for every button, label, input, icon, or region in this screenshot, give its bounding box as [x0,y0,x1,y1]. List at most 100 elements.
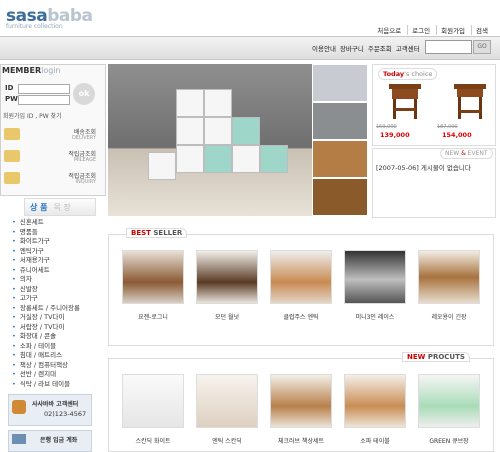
product-name[interactable]: 엔틱 스칸딕 [196,436,258,445]
logo[interactable]: sasababa furniture collection [6,6,93,30]
signup-find-links[interactable]: 회원가입 ID , PW 찾기 [3,111,62,120]
news-item[interactable]: [2007-05-06] 게시물이 없습니다 [376,162,471,172]
sale-price: 139,000 [380,131,410,139]
shelf-cube [232,117,260,145]
bank-account-title: 은행 입금 계좌 [40,437,78,444]
shelf-cube [176,117,204,145]
product-card[interactable]: 미니3인 레이스 [344,250,406,321]
delivery-check-button[interactable]: 배송조회 DELIVERY [4,126,100,144]
product-name[interactable]: 요젠-로그니 [122,312,184,321]
category-item[interactable]: 책상 / 컴퓨터책상 [12,361,80,371]
product-card[interactable]: 체크러브 책상세트 [270,374,332,445]
category-item[interactable]: 고가구 [12,294,80,304]
best-seller-title-rest: SELLER [153,229,183,237]
product-name[interactable]: 클럽주스 엔틱 [270,312,332,321]
category-item[interactable]: 의자 [12,275,80,285]
inquiry-button[interactable]: 적립금조회 INQUIRY [4,170,100,188]
mileage-check-button[interactable]: 적립금조회 MILEAGE [4,148,100,166]
category-item[interactable]: 서랍장 / TV다이 [12,323,80,333]
todays-choice-product-image[interactable] [385,80,425,122]
category-item[interactable]: 거실장 / TV다이 [12,313,80,323]
product-image[interactable] [196,374,258,428]
side-button-sub: DELIVERY [71,135,96,141]
category-item[interactable]: 신혼세트 [12,218,80,228]
hero-thumbnail[interactable] [312,102,368,140]
nav-order-status[interactable]: 주문조회 [368,43,392,53]
product-image[interactable] [418,374,480,428]
product-image[interactable] [122,374,184,428]
hero-thumbnail[interactable] [312,140,368,178]
category-item[interactable]: 쥬니어세트 [12,266,80,276]
category-item[interactable]: 신발장 [12,285,80,295]
nav-home[interactable]: 처음으로 [373,25,405,35]
search-go-button[interactable]: GO [473,40,491,54]
category-item[interactable]: 장롱세트 / 주니어장롱 [12,304,80,314]
login-ok-button[interactable]: ok [73,83,95,105]
new-products-title-hl: NEW [407,353,426,361]
product-image[interactable] [344,374,406,428]
category-item[interactable]: 식탁 / 라브 테이블 [12,380,80,390]
product-image[interactable] [418,250,480,304]
category-item[interactable]: 서재용가구 [12,256,80,266]
product-image[interactable] [196,250,258,304]
shelf-cube [204,145,232,173]
category-item[interactable]: 명품들 [12,228,80,238]
product-image[interactable] [270,374,332,428]
shelf-cube [176,145,204,173]
todays-choice-product-image[interactable] [450,80,490,122]
product-name[interactable]: 체크러브 책상세트 [270,436,332,445]
product-card[interactable]: 소파 테이블 [344,374,406,445]
best-seller-title: BEST SELLER [126,228,188,238]
category-item[interactable]: 화장대 / 콘솔 [12,332,80,342]
nav-search[interactable]: 검색 [471,25,492,35]
nav-cart[interactable]: 장바구니 [340,43,364,53]
old-price: 159,000 [376,124,397,130]
product-image[interactable] [122,250,184,304]
news-event-title: NEW & EVENT [440,148,493,159]
product-name[interactable]: 소파 테이블 [344,436,406,445]
sale-price: 154,000 [442,131,472,139]
pw-label: PW [5,95,18,103]
shelf-cube [204,89,232,117]
product-card[interactable]: GREEN 큐브장 [418,374,480,445]
product-name[interactable]: 미니3인 레이스 [344,312,406,321]
product-image[interactable] [344,250,406,304]
id-field[interactable] [18,84,70,94]
product-card[interactable]: 요젠-로그니 [122,250,184,321]
category-list: 신혼세트 명품들 화이트가구 엔틱가구 서재용가구 쥬니어세트 의자 신발장 고… [12,218,80,389]
category-item[interactable]: 선반 / 렌지대 [12,370,80,380]
phone-icon [12,400,26,414]
todays-choice-title-main: Today [383,70,405,78]
category-item[interactable]: 소파 / 테이블 [12,342,80,352]
product-name[interactable]: 레오용이 긴장 [418,312,480,321]
todays-choice-title: Today's choice [378,68,438,80]
member-title-main: MEMBER [2,66,42,75]
product-image[interactable] [270,250,332,304]
nav-customer-center[interactable]: 고객센터 [396,43,420,53]
side-button-sub: INQUIRY [75,179,97,185]
nav-guide[interactable]: 이용안내 [312,43,336,53]
hero-thumbnail[interactable] [312,64,368,102]
coins-icon [4,150,20,162]
todays-choice-title-sub: 's choice [404,70,433,78]
product-card[interactable]: 클럽주스 엔틱 [270,250,332,321]
product-card[interactable]: 모던 월넛 [196,250,258,321]
nav-signup[interactable]: 회원가입 [436,25,469,35]
customer-center-title: 사사바바 고객센터 [32,401,79,408]
category-item[interactable]: 침대 / 매트리스 [12,351,80,361]
product-name[interactable]: 스칸딕 화이트 [122,436,184,445]
category-item[interactable]: 엔틱가구 [12,247,80,257]
product-card[interactable]: 엔틱 스칸딕 [196,374,258,445]
product-card[interactable]: 스칸딕 화이트 [122,374,184,445]
nav-login[interactable]: 로그인 [407,25,434,35]
product-card[interactable]: 레오용이 긴장 [418,250,480,321]
new-products-title: NEW PROCUTS [402,352,470,362]
pw-field[interactable] [18,95,70,105]
product-name[interactable]: 모던 월넛 [196,312,258,321]
category-item[interactable]: 화이트가구 [12,237,80,247]
shelf-cube [232,145,260,173]
hero-thumbnail[interactable] [312,178,368,216]
search-input[interactable] [425,40,472,54]
product-name[interactable]: GREEN 큐브장 [418,436,480,445]
shelf-cube [260,145,288,173]
